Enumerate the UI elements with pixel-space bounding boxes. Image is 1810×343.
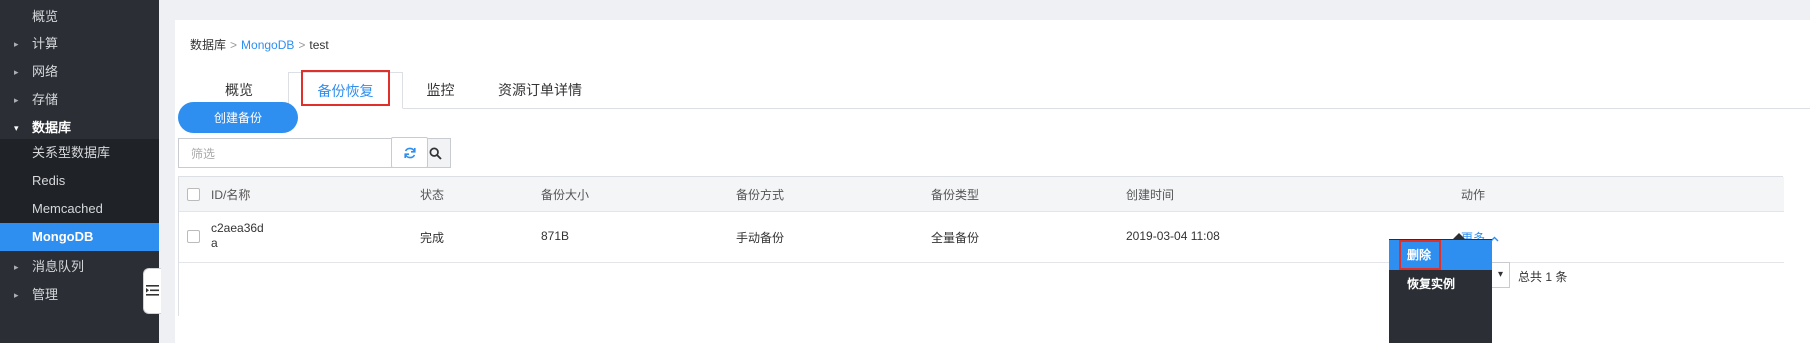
select-all-checkbox[interactable] bbox=[187, 188, 200, 201]
sidebar-item-label: Redis bbox=[32, 173, 66, 188]
breadcrumb-current: test bbox=[309, 38, 329, 52]
breadcrumb-root[interactable]: 数据库 bbox=[190, 38, 226, 52]
refresh-button[interactable] bbox=[391, 137, 428, 168]
sidebar: 概览 ▸ 计算 ▸ 网络 ▸ 存储 ▾ 数据库 关系型数据库 Redis Mem… bbox=[0, 0, 159, 343]
sidebar-item-redis[interactable]: Redis bbox=[0, 167, 159, 195]
dropdown-item-delete[interactable]: 删除 bbox=[1389, 240, 1492, 270]
tab-label: 概览 bbox=[225, 82, 253, 98]
column-header-method: 备份方式 bbox=[736, 188, 785, 202]
chevron-right-icon: ▸ bbox=[14, 290, 19, 300]
breadcrumb-section[interactable]: MongoDB bbox=[241, 38, 294, 52]
sidebar-item-management[interactable]: ▸ 管理 bbox=[0, 279, 159, 311]
dropdown-item-label: 恢复实例 bbox=[1407, 277, 1456, 291]
backup-id-line: a bbox=[211, 236, 218, 250]
dropdown-caret bbox=[1453, 233, 1465, 239]
column-header-status: 状态 bbox=[420, 188, 445, 202]
backup-id[interactable]: c2aea36d a bbox=[211, 221, 264, 251]
column-header-created-time: 创建时间 bbox=[1126, 188, 1175, 202]
pagination-total: 总共 1 条 bbox=[1518, 270, 1568, 284]
backup-type: 全量备份 bbox=[931, 231, 980, 245]
sidebar-item-label: Memcached bbox=[32, 201, 103, 216]
tab-resource-order-details[interactable]: 资源订单详情 bbox=[480, 72, 600, 108]
backup-method: 手动备份 bbox=[736, 231, 785, 245]
table-row: c2aea36d a 完成 871B 手动备份 全量备份 2019-03-04 … bbox=[179, 212, 1784, 263]
column-header-type: 备份类型 bbox=[931, 188, 980, 202]
tab-label: 监控 bbox=[426, 82, 455, 98]
collapse-menu-icon bbox=[146, 285, 159, 296]
sidebar-item-label: MongoDB bbox=[32, 229, 94, 244]
tab-label: 资源订单详情 bbox=[498, 82, 582, 98]
backup-size: 871B bbox=[541, 229, 570, 243]
more-actions-dropdown: 删除 恢复实例 bbox=[1389, 233, 1492, 343]
sidebar-item-memcached[interactable]: Memcached bbox=[0, 195, 159, 223]
sidebar-item-relational-db[interactable]: 关系型数据库 bbox=[0, 139, 159, 167]
tab-monitoring[interactable]: 监控 bbox=[403, 72, 478, 108]
backup-status: 完成 bbox=[420, 231, 445, 245]
filter-search-box bbox=[178, 138, 451, 168]
refresh-icon bbox=[404, 147, 416, 159]
filter-input[interactable] bbox=[189, 140, 393, 168]
page-size-select[interactable]: ▾ bbox=[1491, 262, 1510, 288]
sidebar-collapse-button[interactable] bbox=[143, 268, 161, 314]
backup-id-line: c2aea36d bbox=[211, 221, 264, 235]
column-header-id-name: ID/名称 bbox=[211, 188, 251, 202]
tab-backup-restore[interactable]: 备份恢复 bbox=[288, 70, 403, 109]
sidebar-item-mongodb[interactable]: MongoDB bbox=[0, 223, 159, 251]
backup-created-time: 2019-03-04 11:08 bbox=[1126, 229, 1220, 243]
highlight-box bbox=[301, 70, 390, 106]
tab-bar: 概览 备份恢复 监控 资源订单详情 bbox=[190, 70, 1810, 109]
dropdown-item-restore-instance[interactable]: 恢复实例 bbox=[1389, 269, 1492, 299]
sidebar-item-label: 管理 bbox=[32, 287, 59, 302]
breadcrumb: 数据库 > MongoDB > test bbox=[190, 36, 329, 53]
main-panel: 数据库 > MongoDB > test 概览 备份恢复 监控 资源订单详情 创建备份 bbox=[175, 20, 1810, 343]
breadcrumb-separator: > bbox=[230, 38, 238, 52]
create-backup-button[interactable]: 创建备份 bbox=[178, 102, 298, 133]
search-icon bbox=[429, 147, 442, 160]
column-header-action: 动作 bbox=[1461, 188, 1486, 202]
column-header-size: 备份大小 bbox=[541, 188, 590, 202]
breadcrumb-separator: > bbox=[298, 38, 306, 52]
table-header: ID/名称 状态 备份大小 备份方式 备份类型 创建时间 动作 bbox=[179, 177, 1784, 212]
backup-table: ID/名称 状态 备份大小 备份方式 备份类型 创建时间 动作 c2aea36d… bbox=[178, 176, 1784, 316]
row-checkbox[interactable] bbox=[187, 230, 200, 243]
sidebar-item-label: 关系型数据库 bbox=[32, 145, 111, 160]
dropdown-item-label: 删除 bbox=[1407, 248, 1432, 262]
